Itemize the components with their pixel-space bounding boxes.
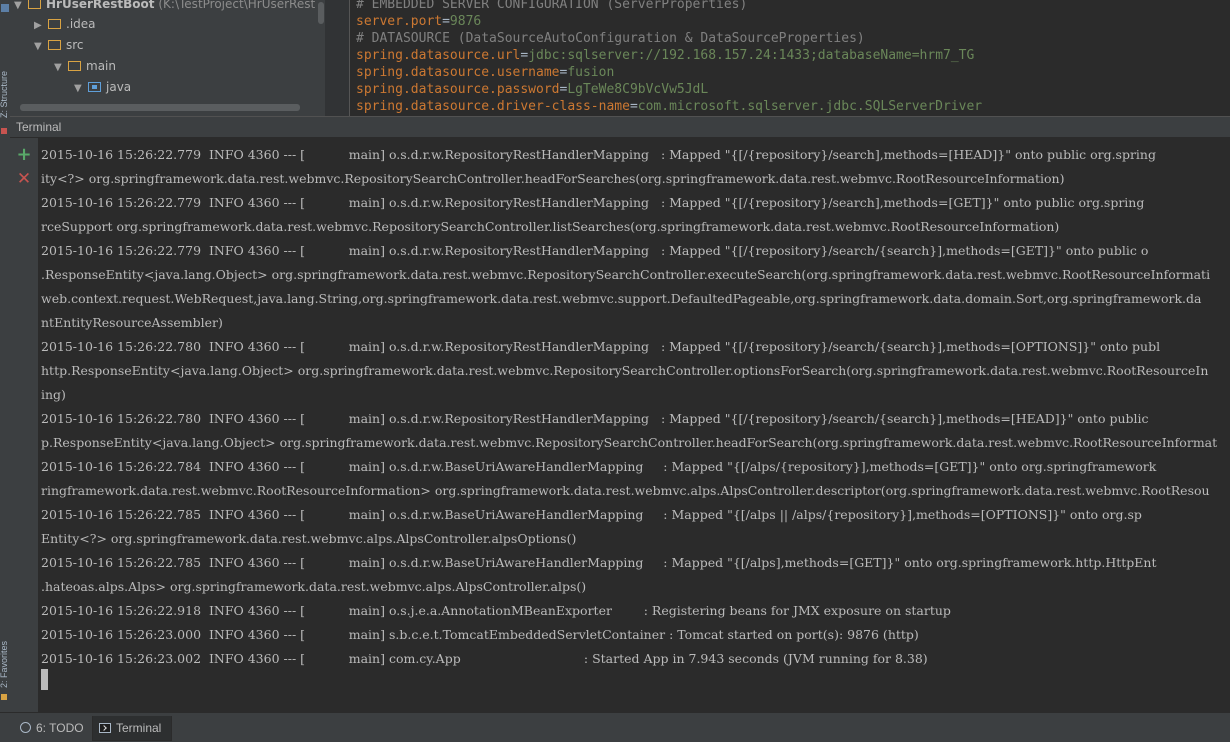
close-session-button[interactable]: ✕ [16, 171, 32, 188]
code-property-line: spring.datasource.driver-class-name=com.… [356, 99, 983, 114]
log-line: 2015-10-16 15:26:22.779 INFO 4360 --- [ … [41, 243, 1149, 258]
log-line: .ResponseEntity<java.lang.Object> org.sp… [41, 267, 1211, 282]
code-comment-line: # DATASOURCE (DataSourceAutoConfiguratio… [356, 31, 865, 46]
tree-root-label: HrUserRestBoot [46, 0, 155, 11]
tree-item-main[interactable]: ▼ main [54, 56, 116, 76]
tree-item-label: .idea [66, 17, 96, 31]
terminal-toolbar: + ✕ [10, 138, 39, 712]
todo-tab-label: 6: TODO [36, 721, 84, 735]
terminal-header[interactable]: Terminal [10, 116, 1230, 138]
expand-arrow-icon[interactable]: ▼ [34, 37, 48, 57]
log-line: 2015-10-16 15:26:22.780 INFO 4360 --- [ … [41, 411, 1153, 426]
code-property-line: spring.datasource.password=LgTeWe8C9bVcV… [356, 82, 709, 97]
property-value: com.microsoft.sqlserver.jdbc.SQLServerDr… [637, 99, 983, 114]
log-line: Entity<?> org.springframework.data.rest.… [41, 531, 577, 546]
favorites-star-icon [1, 694, 7, 700]
log-line: web.context.request.WebRequest,java.lang… [41, 291, 1202, 306]
tree-item-java[interactable]: ▼ java [74, 77, 131, 97]
tree-item-src[interactable]: ▼ src [34, 35, 84, 55]
expand-arrow-icon[interactable]: ▼ [14, 0, 28, 16]
new-session-button[interactable]: + [16, 146, 32, 164]
log-line: ntEntityResourceAssembler) [41, 315, 223, 330]
folder-icon [48, 40, 61, 50]
tree-root[interactable]: ▼ HrUserRestBoot (K:\TestProject\HrUserRe… [14, 0, 325, 14]
log-line: http.ResponseEntity<java.lang.Object> or… [41, 363, 1209, 378]
editor-gutter [325, 0, 350, 116]
log-line: rceSupport org.springframework.data.rest… [41, 219, 1060, 234]
log-line: 2015-10-16 15:26:23.000 INFO 4360 --- [ … [41, 627, 919, 642]
property-value: fusion [567, 65, 615, 80]
project-horizontal-scrollbar[interactable] [20, 104, 300, 111]
log-line: ity<?> org.springframework.data.rest.web… [41, 171, 1065, 186]
code-property-line: spring.datasource.username=fusion [356, 65, 615, 80]
log-line: p.ResponseEntity<java.lang.Object> org.s… [41, 435, 1218, 450]
code-comment-line: # EMBEDDED SERVER CONFIGURATION (ServerP… [356, 0, 748, 12]
terminal-cursor [41, 669, 48, 690]
structure-marker-icon [1, 128, 7, 134]
property-key: spring.datasource.url [356, 48, 521, 63]
module-folder-icon [28, 0, 41, 9]
collapsed-arrow-icon[interactable]: ▶ [34, 16, 48, 36]
code-editor[interactable]: # EMBEDDED SERVER CONFIGURATION (ServerP… [325, 0, 1230, 116]
expand-arrow-icon[interactable]: ▼ [74, 79, 88, 99]
terminal-title: Terminal [16, 120, 62, 134]
todo-icon [20, 722, 31, 733]
tree-item-label: java [106, 80, 132, 94]
log-line: .hateoas.alps.Alps> org.springframework.… [41, 579, 587, 594]
folder-icon [68, 61, 81, 71]
property-value: 9876 [449, 14, 482, 29]
log-line: 2015-10-16 15:26:22.780 INFO 4360 --- [ … [41, 339, 1161, 354]
log-line: 2015-10-16 15:26:22.918 INFO 4360 --- [ … [41, 603, 951, 618]
code-property-line: server.port=9876 [356, 14, 482, 29]
log-line: ringframework.data.rest.webmvc.RootResou… [41, 483, 1210, 498]
property-key: spring.datasource.driver-class-name [356, 99, 630, 114]
scroll-thumb[interactable] [318, 2, 324, 24]
log-line: ing) [41, 387, 66, 402]
project-tool-icon[interactable] [1, 4, 9, 12]
log-line: 2015-10-16 15:26:22.779 INFO 4360 --- [ … [41, 195, 1145, 210]
tree-item-idea[interactable]: ▶ .idea [34, 14, 96, 34]
tree-item-label: main [86, 59, 116, 73]
todo-tab[interactable]: 6: TODO [14, 716, 94, 740]
code-property-line: spring.datasource.url=jdbc:sqlserver://1… [356, 48, 975, 63]
expand-arrow-icon[interactable]: ▼ [54, 58, 68, 78]
property-key: spring.datasource.username [356, 65, 560, 80]
terminal-tab-label: Terminal [116, 721, 162, 735]
log-line: 2015-10-16 15:26:22.785 INFO 4360 --- [ … [41, 507, 1142, 522]
tree-root-path: (K:\TestProject\HrUserRestBc [158, 0, 325, 11]
log-line: 2015-10-16 15:26:23.002 INFO 4360 --- [ … [41, 651, 928, 666]
terminal-tab[interactable]: Terminal [92, 716, 173, 741]
log-line: 2015-10-16 15:26:22.785 INFO 4360 --- [ … [41, 555, 1157, 570]
property-value: jdbc:sqlserver://192.168.157.24:1433;dat… [528, 48, 975, 63]
property-value: LgTeWe8C9bVcVw5JdL [567, 82, 709, 97]
source-folder-icon [88, 82, 101, 92]
terminal-icon [99, 723, 111, 733]
log-line: 2015-10-16 15:26:22.779 INFO 4360 --- [ … [41, 147, 1156, 162]
project-tree-panel: ▼ HrUserRestBoot (K:\TestProject\HrUserRe… [10, 0, 325, 116]
property-key: spring.datasource.password [356, 82, 560, 97]
folder-icon [48, 19, 61, 29]
bottom-tool-bar: 6: TODO Terminal [0, 712, 1230, 742]
terminal-output[interactable]: 2015-10-16 15:26:22.779 INFO 4360 --- [ … [38, 138, 1230, 712]
property-key: server.port [356, 14, 443, 29]
tree-item-label: src [66, 38, 84, 52]
project-vertical-scrollbar[interactable] [316, 0, 325, 116]
log-line: 2015-10-16 15:26:22.784 INFO 4360 --- [ … [41, 459, 1157, 474]
